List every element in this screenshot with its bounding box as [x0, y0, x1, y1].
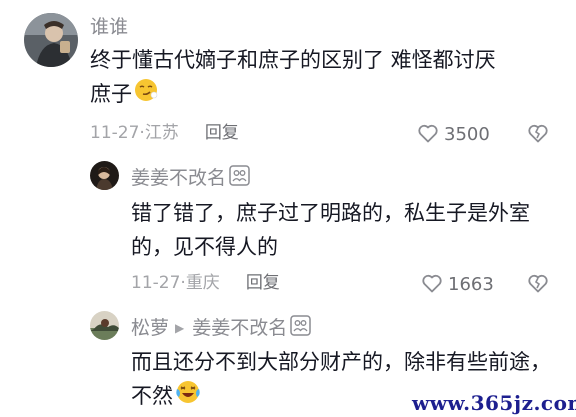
- reply-to-author[interactable]: 姜姜不改名: [192, 317, 287, 339]
- dislike-button[interactable]: [526, 271, 550, 299]
- comment-author[interactable]: 谁谁: [90, 16, 128, 38]
- heart-icon: [416, 121, 440, 149]
- avatar[interactable]: [90, 161, 119, 190]
- comment-author[interactable]: 松萝: [131, 317, 169, 339]
- watermark: www.365jz.com: [412, 391, 576, 415]
- comment-date: 11-27: [131, 273, 181, 293]
- comment-text: 错了错了，庶子过了明路的，私生子是外室的，见不得人的: [131, 201, 530, 259]
- dislike-button[interactable]: [526, 121, 550, 149]
- comment-meta: 11-27 · 江苏 回复: [90, 122, 239, 144]
- broken-heart-icon: [526, 124, 550, 149]
- reply-button[interactable]: 回复: [205, 122, 239, 144]
- like-button[interactable]: 3500: [416, 121, 490, 149]
- reply-arrow-icon: ▶: [175, 320, 185, 335]
- crying-laughing-emoji: [173, 379, 201, 415]
- comment-location: 江苏: [144, 123, 179, 143]
- friends-badge-icon: [229, 165, 250, 190]
- reply-button[interactable]: 回复: [246, 272, 280, 294]
- comment-text: 终于懂古代嫡子和庶子的区别了 难怪都讨厌庶子: [90, 43, 510, 112]
- like-button[interactable]: 1663: [420, 271, 494, 299]
- avatar[interactable]: [90, 311, 119, 340]
- smirk-emoji: [132, 78, 158, 112]
- avatar[interactable]: [24, 13, 78, 67]
- like-count: 3500: [444, 124, 490, 145]
- heart-icon: [420, 271, 444, 299]
- comment-author[interactable]: 姜姜不改名: [131, 167, 226, 189]
- like-count: 1663: [448, 274, 494, 295]
- comment-date: 11-27: [90, 123, 140, 143]
- comment-author-row: 姜姜不改名: [131, 165, 250, 190]
- broken-heart-icon: [526, 274, 550, 299]
- comment-author-row: 松萝 ▶ 姜姜不改名: [131, 315, 312, 340]
- friends-badge-icon: [290, 315, 312, 340]
- comment-meta: 11-27 · 重庆 回复: [131, 272, 280, 294]
- comment-location: 重庆: [185, 273, 220, 293]
